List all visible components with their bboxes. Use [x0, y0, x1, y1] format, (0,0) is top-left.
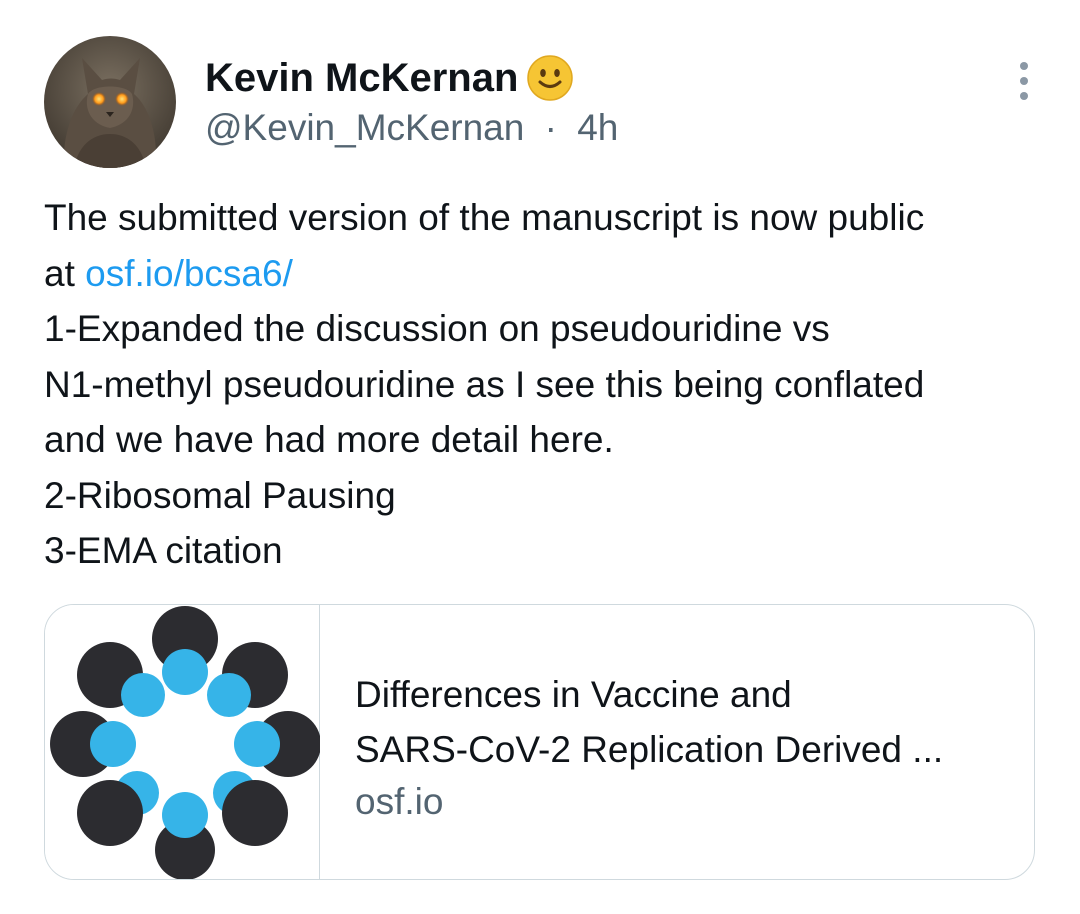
- author-name-row[interactable]: Kevin McKernan: [205, 52, 574, 104]
- handle-row: @Kevin_McKernan · 4h: [205, 104, 618, 152]
- author-handle[interactable]: @Kevin_McKernan: [205, 107, 524, 148]
- tweet-line: and we have had more detail here.: [44, 419, 614, 460]
- more-vertical-icon[interactable]: [1004, 58, 1044, 104]
- tweet-text: The submitted version of the manuscript …: [44, 190, 1054, 579]
- link-preview-card[interactable]: Differences in Vaccine and SARS-CoV-2 Re…: [44, 604, 1035, 880]
- tweet-line: 3-EMA citation: [44, 530, 283, 571]
- osf-logo-icon: [50, 606, 321, 879]
- timestamp[interactable]: 4h: [577, 107, 618, 148]
- avatar-cat-image: [44, 36, 176, 168]
- smiley-emoji-icon: [526, 54, 574, 102]
- tweet-line: The submitted version of the manuscript …: [44, 197, 925, 238]
- dot: [1020, 92, 1028, 100]
- separator-dot: ·: [544, 107, 557, 148]
- dot: [1020, 62, 1028, 70]
- card-body[interactable]: Differences in Vaccine and SARS-CoV-2 Re…: [355, 667, 1015, 827]
- tweet-line: 2-Ribosomal Pausing: [44, 474, 396, 516]
- tweet-line: N1-methyl pseudouridine as I see this be…: [44, 363, 925, 405]
- tweet-link[interactable]: osf.io/bcsa6/: [85, 253, 293, 294]
- card-title-line[interactable]: SARS-CoV-2 Replication Derived ...: [355, 722, 1015, 777]
- tweet-line: at osf.io/bcsa6/: [44, 246, 1054, 302]
- tweet-line: 1-Expanded the discussion on pseudouridi…: [44, 308, 830, 349]
- dot: [1020, 77, 1028, 85]
- card-domain: osf.io: [355, 781, 444, 822]
- tweet-line-prefix: at: [44, 252, 86, 294]
- display-name[interactable]: Kevin McKernan: [205, 52, 518, 104]
- card-title-line[interactable]: Differences in Vaccine and: [355, 667, 1015, 722]
- avatar[interactable]: [44, 36, 176, 168]
- card-thumbnail: [45, 605, 321, 879]
